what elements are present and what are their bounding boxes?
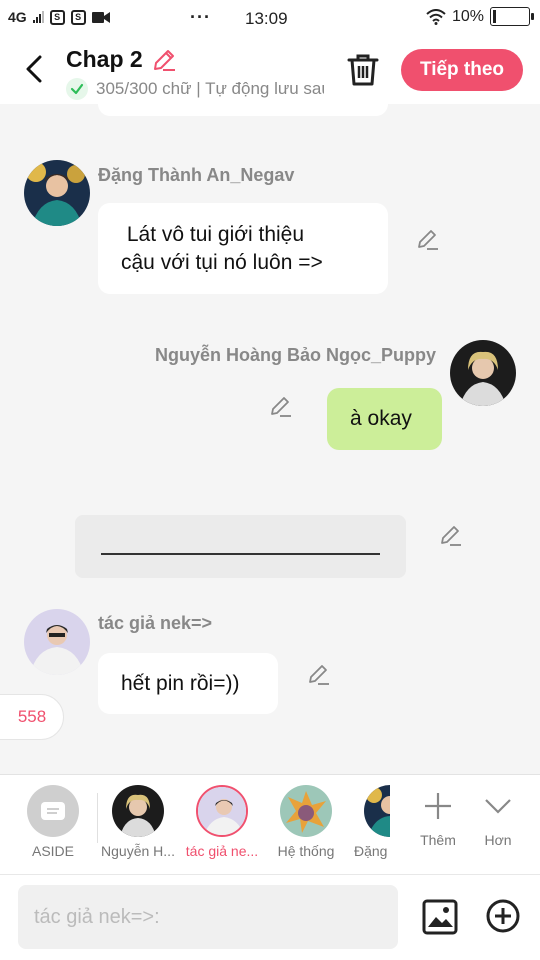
sim-s-icon: S	[49, 9, 65, 25]
sim-s-icon: S	[70, 9, 86, 25]
message-input[interactable]	[18, 885, 398, 949]
trash-icon	[347, 54, 379, 86]
character-item[interactable]: Nguyễn H...	[98, 785, 178, 859]
character-name: tác giả ne...	[185, 843, 259, 859]
avatar	[112, 785, 164, 837]
word-count-badge[interactable]: 558	[0, 694, 64, 740]
character-item-selected[interactable]: tác giả ne...	[182, 785, 262, 859]
avatar	[280, 785, 332, 837]
status-left: 4G S S	[8, 9, 110, 25]
message-sender: tác giả nek=>	[98, 613, 213, 633]
aside-icon	[27, 785, 79, 837]
edit-icon[interactable]	[416, 228, 440, 252]
battery-percent: 10%	[451, 7, 484, 25]
avatar[interactable]	[450, 340, 516, 406]
avatar[interactable]	[24, 160, 90, 226]
input-bar	[0, 874, 540, 960]
avatar[interactable]	[24, 609, 90, 675]
add-label: Thêm	[420, 832, 456, 848]
battery-icon	[490, 7, 534, 26]
character-bar: ASIDE Nguyễn H... tác giả ne... Hệ thống…	[0, 774, 540, 874]
chapter-title: Chap 2	[66, 46, 143, 72]
title-row: Chap 2	[66, 46, 177, 73]
signal-icon	[32, 11, 44, 23]
image-icon	[422, 899, 458, 935]
back-button[interactable]	[20, 52, 48, 86]
more-button[interactable]: Hơn	[468, 791, 528, 848]
wifi-icon	[426, 8, 446, 25]
delete-button[interactable]	[346, 52, 380, 88]
character-item[interactable]: Đặng	[350, 785, 390, 859]
plus-icon	[425, 793, 451, 819]
avatar	[196, 785, 248, 837]
back-arrow-icon	[26, 55, 42, 83]
status-right: 10%	[426, 7, 534, 26]
add-character-button[interactable]: Thêm	[408, 791, 468, 848]
character-name: Hệ thống	[277, 843, 335, 859]
more-label: Hơn	[484, 832, 512, 848]
narration-bubble[interactable]	[75, 515, 406, 578]
character-name: ASIDE	[31, 843, 74, 859]
word-count-text: 305/300 chữ | Tự động lưu sau	[96, 79, 324, 98]
character-name: Nguyễn H...	[101, 843, 175, 859]
edit-icon[interactable]	[439, 524, 463, 548]
plus-circle-icon	[486, 899, 520, 933]
avatar	[364, 785, 390, 837]
video-icon	[91, 11, 110, 24]
next-button[interactable]: Tiếp theo	[401, 49, 523, 91]
editor-header: Chap 2 305/300 chữ | Tự động lưu sau Tiế…	[0, 36, 540, 104]
more-dots-icon: ···	[190, 7, 211, 27]
message-sender: Nguyễn Hoàng Bảo Ngọc_Puppy	[155, 345, 437, 365]
edit-icon[interactable]	[307, 663, 331, 687]
network-type: 4G	[8, 9, 27, 25]
pencil-icon[interactable]	[151, 47, 177, 73]
chevron-down-icon	[485, 799, 511, 814]
chat-area[interactable]: Đặng Thành An_Negav Lát vô tui giới thiệ…	[0, 104, 540, 774]
message-bubble[interactable]	[98, 104, 388, 116]
status-bar: 4G S S ··· 13:09 10%	[0, 0, 540, 36]
character-name: Đặng	[354, 843, 388, 859]
edit-icon[interactable]	[269, 395, 293, 419]
check-icon	[66, 78, 88, 100]
autosave-status: 305/300 chữ | Tự động lưu sau	[66, 78, 324, 100]
clock: 13:09	[245, 9, 288, 28]
narration-divider	[101, 553, 380, 555]
message-bubble[interactable]: à okay	[327, 388, 442, 450]
message-bubble[interactable]: Lát vô tui giới thiệu cậu với tụi nó luô…	[98, 203, 388, 294]
message-sender: Đặng Thành An_Negav	[98, 165, 295, 185]
character-aside[interactable]: ASIDE	[13, 785, 93, 859]
insert-image-button[interactable]	[422, 899, 458, 935]
message-bubble[interactable]: hết pin rồi=))	[98, 653, 278, 714]
add-content-button[interactable]	[486, 899, 520, 933]
character-item[interactable]: Hệ thống	[266, 785, 346, 859]
